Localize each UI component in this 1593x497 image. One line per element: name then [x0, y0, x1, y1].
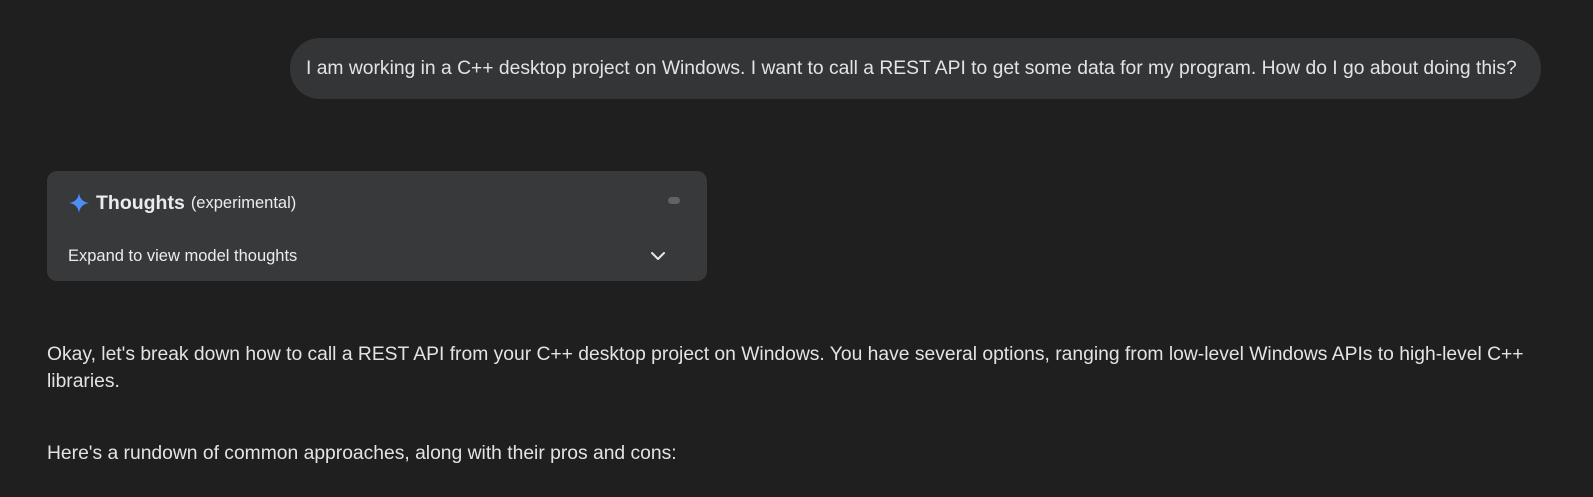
user-message-text: I am working in a C++ desktop project on…: [306, 57, 1517, 79]
expand-thoughts-button[interactable]: Expand to view model thoughts: [68, 244, 688, 268]
thoughts-header: Thoughts (experimental): [68, 188, 296, 218]
response-paragraph: Okay, let's break down how to call a RES…: [47, 344, 1524, 392]
user-message-bubble: I am working in a C++ desktop project on…: [290, 38, 1541, 99]
thoughts-subtitle: (experimental): [190, 193, 297, 212]
response-paragraph: Here's a rundown of common approaches, a…: [47, 443, 677, 464]
thoughts-title: Thoughts: [96, 191, 185, 214]
thoughts-status-indicator: [668, 197, 680, 204]
thoughts-panel: Thoughts (experimental) Expand to view m…: [47, 171, 707, 281]
chevron-down-icon[interactable]: [648, 246, 668, 266]
expand-thoughts-label: Expand to view model thoughts: [68, 246, 298, 265]
sparkle-icon: [68, 192, 90, 214]
